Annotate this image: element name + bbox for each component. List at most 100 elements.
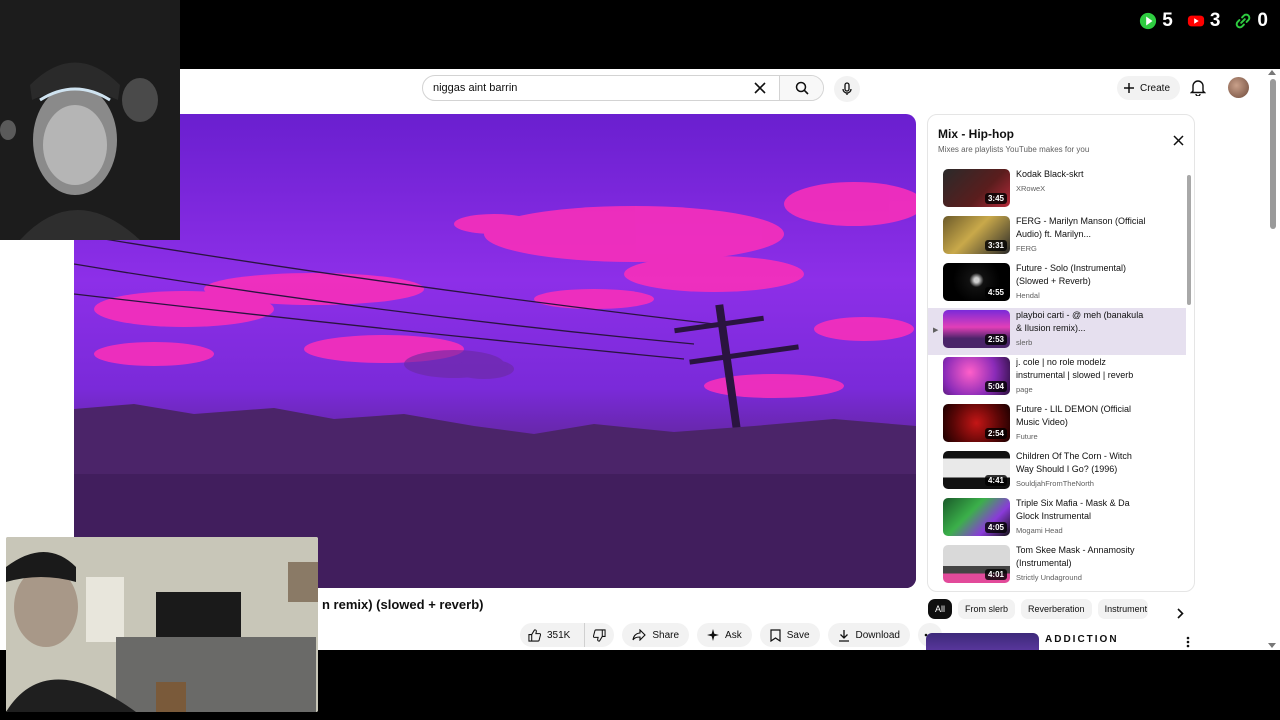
like-button[interactable]: 351K: [520, 623, 578, 647]
webcam-overlay-bottom-left: [6, 537, 318, 712]
play-icon: [1140, 12, 1157, 30]
playlist-channel: SouldjahFromTheNorth: [1016, 479, 1094, 488]
sparkle-icon: [707, 629, 720, 641]
playlist-scrollbar[interactable]: [1187, 175, 1191, 305]
video-thumbnail: 4:41: [943, 451, 1010, 489]
playlist-video-title: FERG - Marilyn Manson (Official Audio) f…: [1016, 216, 1146, 239]
playlist-channel: slerb: [1016, 338, 1033, 347]
playlist-item[interactable]: 5:04 j. cole | no role modelz instrument…: [928, 355, 1186, 402]
webcam-room-image: [6, 537, 318, 712]
like-dislike-group: 351K: [520, 623, 615, 647]
create-button[interactable]: Create: [1117, 76, 1181, 100]
voice-search-button[interactable]: [834, 76, 860, 102]
close-icon: [1173, 135, 1184, 146]
close-icon: [754, 82, 766, 94]
playlist-video-title: j. cole | no role modelz instrumental | …: [1016, 357, 1134, 380]
download-button[interactable]: Download: [827, 623, 910, 647]
video-thumbnail: 3:45: [943, 169, 1010, 207]
video-duration: 3:45: [984, 193, 1007, 204]
playlist-channel: Future: [1016, 432, 1038, 441]
bell-icon: [1189, 80, 1207, 97]
playlist-video-title: playboi carti - @ meh (banakula & Ilusio…: [1016, 310, 1144, 333]
playlist-video-title: Future - Solo (Instrumental) (Slowed + R…: [1016, 263, 1127, 286]
playlist-channel: Hendal: [1016, 291, 1040, 300]
chips-next-button[interactable]: [1176, 606, 1184, 624]
download-icon: [838, 629, 849, 642]
video-duration: 4:41: [984, 475, 1007, 486]
recommended-video-title[interactable]: ADDICTION: [1045, 634, 1119, 645]
chip-from-slerb[interactable]: From slerb: [958, 599, 1016, 619]
bookmark-icon: [770, 628, 781, 642]
video-thumbnail: 2:53: [943, 310, 1010, 348]
save-label: Save: [786, 629, 810, 641]
video-duration: 2:54: [984, 428, 1007, 439]
link-counter: 0: [1234, 10, 1268, 32]
like-count: 351K: [547, 629, 571, 641]
video-player[interactable]: [74, 114, 916, 588]
page-scrollbar[interactable]: [1270, 79, 1276, 229]
plus-icon: [1124, 83, 1134, 93]
video-duration: 3:31: [984, 240, 1007, 251]
video-thumbnail: 3:31: [943, 216, 1010, 254]
share-label: Share: [652, 629, 680, 641]
video-thumbnail: 5:04: [943, 357, 1010, 395]
video-duration: 2:53: [984, 334, 1007, 345]
playlist-item[interactable]: 3:31 FERG - Marilyn Manson (Official Aud…: [928, 214, 1186, 261]
video-actions: 351K Share Ask Save Download: [520, 623, 942, 647]
share-button[interactable]: Share: [622, 623, 690, 647]
search-box: [422, 75, 824, 101]
search-button[interactable]: [779, 76, 823, 100]
related-filter-chips: All From slerb Reverberation Instrument: [928, 599, 1148, 619]
dislike-button[interactable]: [584, 623, 614, 647]
youtube-icon: [1187, 15, 1204, 27]
save-button[interactable]: Save: [759, 623, 820, 647]
youtube-counter: 3: [1187, 10, 1220, 32]
playlist-item[interactable]: 4:41 Children Of The Corn - Witch Way Sh…: [928, 449, 1186, 496]
playlist-items: 3:45 Kodak Black-skrt XRoweX 3:31 FERG -…: [928, 167, 1186, 590]
chip-instrument[interactable]: Instrument: [1097, 599, 1148, 619]
chip-all[interactable]: All: [928, 599, 953, 619]
ask-label: Ask: [725, 629, 742, 641]
playlist-video-title: Kodak Black-skrt: [1016, 169, 1084, 179]
notifications-button[interactable]: [1189, 78, 1207, 101]
playlist-item[interactable]: 4:55 Future - Solo (Instrumental) (Slowe…: [928, 261, 1186, 308]
playlist-channel: FERG: [1016, 244, 1037, 253]
video-duration: 4:05: [984, 522, 1007, 533]
playlist-item[interactable]: 4:01 Tom Skee Mask - Annamosity (Instrum…: [928, 543, 1186, 590]
video-duration: 5:04: [984, 381, 1007, 392]
playlist-subtitle: Mixes are playlists YouTube makes for yo…: [938, 145, 1090, 154]
page-scroll-up[interactable]: [1268, 70, 1276, 75]
playlist-item[interactable]: 3:45 Kodak Black-skrt XRoweX: [928, 167, 1186, 214]
mix-playlist-panel: Mix - Hip-hop Mixes are playlists YouTub…: [927, 114, 1195, 592]
video-thumbnail: 4:55: [943, 263, 1010, 301]
video-duration: 4:55: [984, 287, 1007, 298]
avatar[interactable]: [1228, 77, 1249, 98]
link-count: 0: [1257, 10, 1268, 31]
thumbs-down-icon: [593, 628, 606, 642]
clear-search-button[interactable]: [749, 77, 771, 99]
link-icon: [1236, 13, 1251, 29]
search-input[interactable]: [433, 82, 749, 94]
playlist-item[interactable]: 4:05 Triple Six Mafia - Mask & Da Glock …: [928, 496, 1186, 543]
stream-frame: 5 3 0 Create: [0, 0, 1280, 720]
recommended-video-thumbnail[interactable]: [926, 633, 1039, 650]
playlist-channel: page: [1016, 385, 1033, 394]
play-count: 5: [1162, 10, 1173, 31]
playlist-channel: XRoweX: [1016, 184, 1046, 193]
playlist-item-current[interactable]: ▶ 2:53 playboi carti - @ meh (banakula &…: [928, 308, 1186, 355]
chip-reverberation[interactable]: Reverberation: [1021, 599, 1092, 619]
video-thumbnail: 4:01: [943, 545, 1010, 583]
close-playlist-button[interactable]: [1173, 133, 1184, 151]
share-icon: [632, 629, 647, 641]
more-vertical-icon: [1186, 636, 1190, 648]
video-title: n remix) (slowed + reverb): [322, 597, 484, 612]
page-scroll-down[interactable]: [1268, 643, 1276, 648]
playlist-item[interactable]: 2:54 Future - LIL DEMON (Official Music …: [928, 402, 1186, 449]
stream-counters: 5 3 0: [1139, 10, 1268, 32]
video-thumbnail: 4:05: [943, 498, 1010, 536]
recommended-video-menu-button[interactable]: [1186, 635, 1190, 650]
chevron-right-icon: [1177, 608, 1184, 619]
play-counter: 5: [1139, 10, 1173, 32]
download-label: Download: [855, 629, 900, 641]
ask-button[interactable]: Ask: [697, 623, 752, 647]
